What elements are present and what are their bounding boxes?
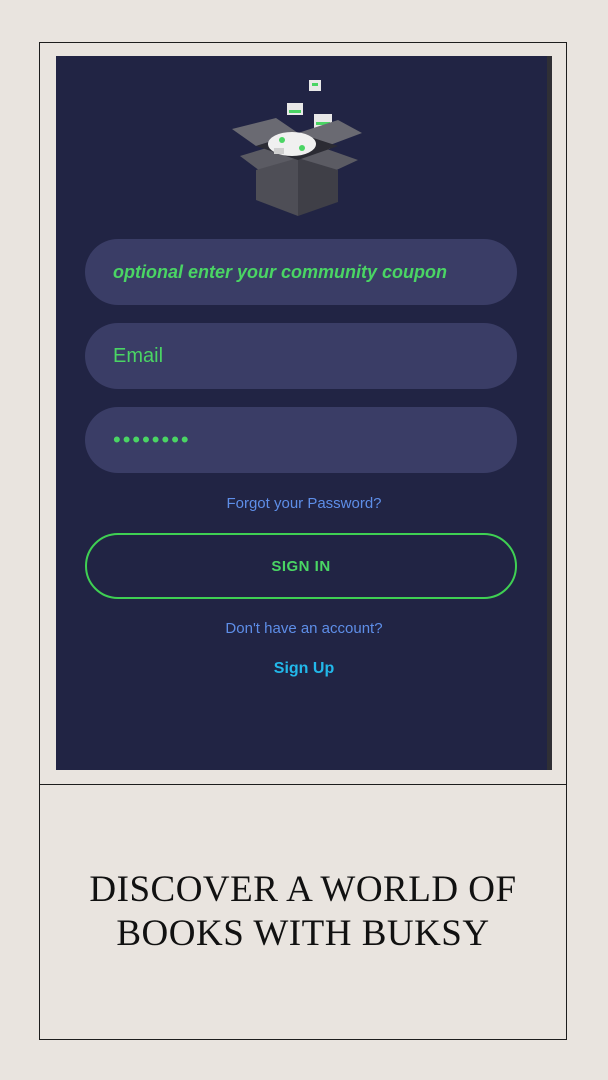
card-divider: [40, 784, 566, 785]
email-placeholder: Email: [113, 344, 164, 367]
password-input[interactable]: ••••••••: [85, 407, 517, 473]
coupon-input[interactable]: optional enter your community coupon: [85, 239, 517, 305]
tagline-line-1: DISCOVER A WORLD OF: [89, 869, 517, 910]
coupon-placeholder: optional enter your community coupon: [113, 261, 448, 282]
showcase-card: optional enter your community coupon Ema…: [39, 42, 567, 1040]
sign-up-link[interactable]: Sign Up: [56, 660, 552, 678]
password-masked-value: ••••••••: [113, 427, 191, 452]
tagline-line-2: BOOKS WITH BUKSY: [116, 913, 490, 954]
app-screen: optional enter your community coupon Ema…: [56, 56, 552, 770]
open-box-logo-icon: [232, 80, 362, 216]
email-input[interactable]: Email: [85, 323, 517, 389]
forgot-password-link[interactable]: Forgot your Password?: [56, 495, 552, 512]
sign-in-label: SIGN IN: [271, 557, 331, 575]
sign-in-button[interactable]: SIGN IN: [85, 533, 517, 599]
no-account-text: Don't have an account?: [225, 620, 383, 637]
tagline: DISCOVER A WORLD OF BOOKS WITH BUKSY: [40, 868, 566, 956]
device-edge: [547, 56, 552, 770]
